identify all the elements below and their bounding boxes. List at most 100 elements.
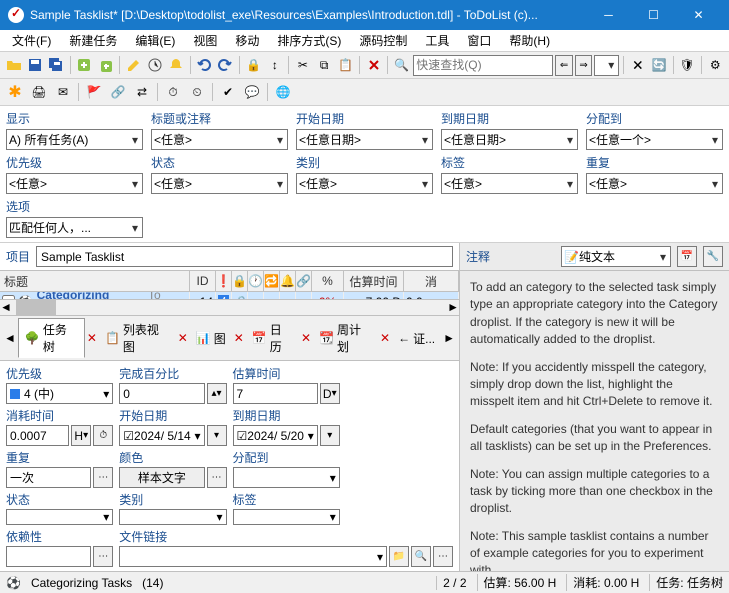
link-icon[interactable]: 🔗 [107, 81, 129, 103]
tab-next[interactable]: ► [443, 331, 455, 345]
find-icon[interactable]: 🔍 [392, 54, 411, 76]
filter-title[interactable]: <任意> [151, 129, 288, 150]
notes-body[interactable]: To add an category to the selected task … [460, 270, 729, 571]
quickfind-prev[interactable]: ⇐ [555, 55, 573, 76]
edit-status[interactable]: ▾ [6, 509, 113, 525]
project-input[interactable]: Sample Tasklist [36, 246, 453, 267]
edit-category[interactable]: ▾ [119, 509, 226, 525]
tab-week[interactable]: 📆 周计划 [313, 319, 378, 357]
print-icon[interactable]: 🖨 [28, 81, 50, 103]
spellcheck-icon[interactable]: ✔ [217, 81, 239, 103]
edit-tags[interactable]: ▾ [233, 509, 340, 525]
col-spent[interactable]: 消 [404, 271, 459, 291]
filter-tags[interactable]: <任意> [441, 173, 578, 194]
edit-spenttime[interactable]: 0.0007 [6, 425, 69, 446]
menu-edit[interactable]: 编辑(E) [127, 30, 183, 51]
col-pri-icon[interactable]: ❗ [216, 271, 232, 291]
tab-calendar[interactable]: 📅 日历 [246, 319, 299, 357]
dep-icon[interactable]: ⇄ [131, 81, 153, 103]
edit-filelink[interactable]: ▾ [119, 546, 387, 567]
task-row[interactable]: ⚽ Categorizing Tasks To ad... 14 4 🔒 0% … [0, 292, 459, 299]
minimize-button[interactable]: ─ [586, 0, 631, 30]
spent-timer[interactable]: ⏱ [93, 425, 113, 446]
col-title[interactable]: 标题 [0, 271, 190, 291]
tab-more[interactable]: ← 证... [392, 328, 441, 349]
plugin-icon[interactable]: ✱ [4, 81, 26, 103]
menu-file[interactable]: 文件(F) [4, 30, 59, 51]
filter-due[interactable]: <任意日期> [441, 129, 578, 150]
filter-pri[interactable]: <任意> [6, 173, 143, 194]
paste-icon[interactable]: 📋 [336, 54, 355, 76]
maximize-button[interactable]: ☐ [631, 0, 676, 30]
pct-spin[interactable]: ▴▾ [207, 383, 227, 404]
file-find[interactable]: 🔍 [411, 546, 431, 567]
tab-prev[interactable]: ◄ [4, 331, 16, 345]
menu-newtask[interactable]: 新建任务 [61, 30, 125, 51]
menu-sort[interactable]: 排序方式(S) [269, 30, 349, 51]
sort-icon[interactable]: ↕ [265, 54, 284, 76]
col-link-icon[interactable]: 🔗 [296, 271, 312, 291]
mail-icon[interactable]: ✉ [52, 81, 74, 103]
undo-icon[interactable] [195, 54, 214, 76]
col-id[interactable]: ID [190, 271, 216, 291]
delete-icon[interactable] [364, 54, 383, 76]
col-pct[interactable]: % [312, 271, 344, 291]
quickfind-input[interactable] [413, 55, 553, 76]
edit-esttime[interactable]: 7 [233, 383, 318, 404]
filter-status[interactable]: <任意> [151, 173, 288, 194]
tab-chart[interactable]: 📊 图 [190, 328, 232, 349]
menu-move[interactable]: 移动 [227, 30, 267, 51]
tab-listview[interactable]: 📋 列表视图 [99, 319, 176, 357]
cut-icon[interactable]: ✂ [293, 54, 312, 76]
edit-recur[interactable]: 一次 [6, 467, 91, 488]
edit-color[interactable]: 样本文字 [119, 467, 204, 488]
filter-refresh-icon[interactable]: 🔄 [649, 54, 668, 76]
security-icon[interactable]: 🛡 [678, 54, 697, 76]
menu-tools[interactable]: 工具 [417, 30, 457, 51]
flag-icon[interactable]: 🚩 [83, 81, 105, 103]
filter-opts[interactable]: 匹配任何人，... [6, 217, 143, 238]
filter-repeat[interactable]: <任意> [586, 173, 723, 194]
edit-pctdone[interactable]: 0 [119, 383, 204, 404]
notes-date[interactable]: 📅 [677, 246, 697, 267]
save-icon[interactable] [25, 54, 44, 76]
est-unit[interactable]: D▾ [320, 383, 340, 404]
quickfind-opts[interactable] [594, 55, 619, 76]
filter-clear-icon[interactable]: 🗙 [628, 54, 647, 76]
col-clock-icon[interactable]: 🕐 [248, 271, 264, 291]
edit-icon[interactable] [124, 54, 143, 76]
quickfind-next[interactable]: ⇒ [575, 55, 593, 76]
col-recur-icon[interactable]: 🔁 [264, 271, 280, 291]
menu-view[interactable]: 视图 [185, 30, 225, 51]
copy-icon[interactable]: ⧉ [315, 54, 334, 76]
browse-icon[interactable]: 🌐 [272, 81, 294, 103]
filter-display[interactable]: A) 所有任务(A) [6, 129, 143, 150]
clock-icon[interactable] [145, 54, 164, 76]
menu-window[interactable]: 窗口 [459, 30, 499, 51]
tab-tasktree[interactable]: 🌳 任务树 [18, 318, 85, 358]
file-browse[interactable]: 📁 [389, 546, 409, 567]
notes-format[interactable]: 📝 纯文本 [561, 246, 671, 267]
filter-assign[interactable]: <任意一个> [586, 129, 723, 150]
menu-source[interactable]: 源码控制 [351, 30, 415, 51]
edit-assigned[interactable]: ▾ [233, 467, 340, 488]
col-bell-icon[interactable]: 🔔 [280, 271, 296, 291]
newtask-icon[interactable] [75, 54, 94, 76]
saveall-icon[interactable] [47, 54, 66, 76]
close-button[interactable]: ✕ [676, 0, 721, 30]
col-est[interactable]: 估算时间 [344, 271, 404, 291]
hscroll[interactable]: ◄► [0, 299, 459, 315]
edit-priority[interactable]: 4 (中)▾ [6, 383, 113, 404]
menu-help[interactable]: 帮助(H) [501, 30, 558, 51]
edit-depends[interactable] [6, 546, 91, 567]
spent-unit[interactable]: H▾ [71, 425, 91, 446]
edit-duedate[interactable]: ☑ 2024/ 5/20▾ [233, 425, 318, 446]
edit-startdate[interactable]: ☑ 2024/ 5/14▾ [119, 425, 204, 446]
comment-icon[interactable]: 💬 [241, 81, 263, 103]
notes-tools[interactable]: 🔧 [703, 246, 723, 267]
redo-icon[interactable] [216, 54, 235, 76]
timer-icon[interactable]: ⏱ [162, 81, 184, 103]
lock-icon[interactable]: 🔒 [244, 54, 263, 76]
settings-icon[interactable]: ⚙ [706, 54, 725, 76]
col-lock-icon[interactable]: 🔒 [232, 271, 248, 291]
